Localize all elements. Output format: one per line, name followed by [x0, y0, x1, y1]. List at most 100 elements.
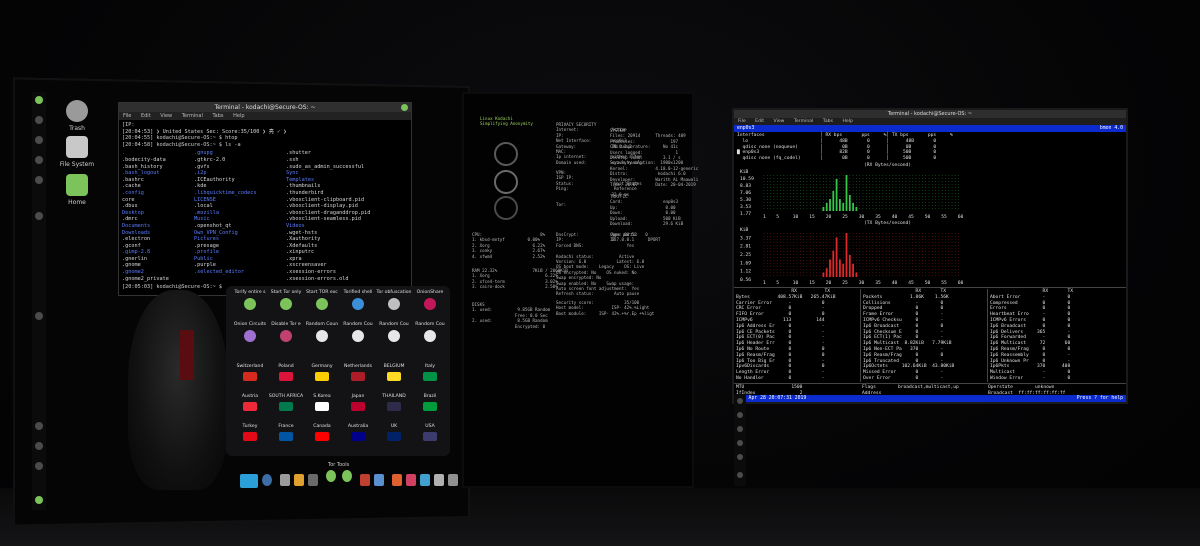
bmon-titlebar[interactable]: Terminal - kodachi@Secure-OS: ~ [734, 110, 1126, 118]
tx-bytes-chart: KiB3.372.812.251.691.120.561 5 10 15 20 25 30 3… [740, 227, 963, 286]
dock-app-icon[interactable] [35, 176, 43, 184]
dock-app-icon[interactable] [737, 454, 743, 460]
dock-app-icon[interactable] [737, 472, 743, 478]
dock-app-icon[interactable] [35, 442, 43, 450]
dock-app-icon[interactable] [35, 136, 43, 144]
close-icon[interactable] [401, 104, 408, 111]
tor-action-button[interactable]: Tor obfuscation [374, 290, 414, 310]
menu-file[interactable]: File [123, 113, 131, 119]
power-icon[interactable] [35, 496, 43, 504]
dock-app-icon[interactable] [308, 474, 318, 486]
interfaces-table[interactable]: Interfaces │ RX bps pps %│ TX bps pps % … [734, 132, 1126, 163]
flag-icon [243, 432, 257, 441]
menu-edit[interactable]: Edit [141, 113, 151, 119]
country-button[interactable]: UK [374, 424, 414, 441]
country-button[interactable]: BELGIUM [374, 364, 414, 381]
country-button[interactable]: Turkey [230, 424, 270, 441]
traffic-bar [842, 202, 845, 211]
conky-header: Linux Kodachi Simplifying Anonymity [480, 116, 533, 127]
dock-app-icon[interactable] [420, 474, 430, 486]
country-button[interactable]: Netherlands [338, 364, 378, 381]
dock-app-icon[interactable] [374, 474, 384, 486]
menu-icon[interactable] [35, 96, 43, 104]
menu-view[interactable]: View [160, 113, 172, 119]
flag-icon [279, 372, 293, 381]
menu-tabs[interactable]: Tabs [212, 113, 223, 119]
desktop-icon-trash[interactable]: Trash [54, 100, 100, 132]
desktop-icon-home[interactable]: Home [54, 174, 100, 206]
country-button[interactable]: Japan [338, 394, 378, 411]
dock-app-icon[interactable] [294, 474, 304, 486]
dock-app-icon[interactable] [35, 462, 43, 470]
tor-action-button[interactable]: Torified shell [338, 290, 378, 310]
panel-item-label: Australia [347, 424, 369, 429]
menu-tabs[interactable]: Tabs [823, 119, 833, 124]
ls-entry: .gnupg [194, 150, 213, 157]
terminal-window[interactable]: Terminal - kodachi@Secure-OS: ~ File Edi… [118, 102, 412, 296]
tor-action-button[interactable]: Random Coun [302, 322, 342, 342]
tor-onion-icon[interactable] [326, 470, 336, 482]
dock-app-icon[interactable] [392, 474, 402, 486]
axis-tick-label: 30 [859, 214, 865, 219]
dock-app-icon[interactable] [448, 474, 458, 486]
desktop-icon-file-system[interactable]: File System [54, 136, 100, 168]
ls-entry: .dbus [122, 203, 138, 210]
country-button[interactable]: Austria [230, 394, 270, 411]
panel-item-label: UK [390, 424, 398, 429]
dock-app-icon[interactable] [737, 412, 743, 418]
menu-terminal[interactable]: Terminal [794, 119, 813, 124]
menu-edit[interactable]: Edit [755, 119, 764, 124]
right-dock [734, 394, 746, 486]
dock-app-icon[interactable] [434, 474, 444, 486]
axis-tick-label: 50 [925, 214, 931, 219]
country-button[interactable]: Australia [338, 424, 378, 441]
dock-app-icon[interactable] [35, 156, 43, 164]
menu-help[interactable]: Help [842, 119, 852, 124]
country-button[interactable]: THAILAND [374, 394, 414, 411]
country-button[interactable]: Canada [302, 424, 342, 441]
traffic-bar [829, 259, 831, 277]
tor-action-button[interactable]: Random Cou [410, 322, 450, 342]
tor-action-button[interactable]: OnionShare [410, 290, 450, 310]
tor-action-button[interactable]: Onion Circuits [230, 322, 270, 342]
country-button[interactable]: Poland [266, 364, 306, 381]
traffic-bar [835, 178, 838, 211]
dock-app-icon[interactable] [35, 212, 43, 220]
menu-view[interactable]: View [774, 119, 785, 124]
dock-app-icon[interactable] [737, 398, 743, 404]
dock-app-icon[interactable] [35, 422, 43, 430]
country-button[interactable]: SOUTH AFRICA [266, 394, 306, 411]
dock-app-icon[interactable] [280, 474, 290, 486]
tor-action-button[interactable]: Start TOR exc [302, 290, 342, 310]
tor-action-button[interactable]: Disable Tor e [266, 322, 306, 342]
tor-action-button[interactable]: Torify entire s [230, 290, 270, 310]
traffic-bar [835, 237, 838, 277]
monitor-icon[interactable] [240, 474, 258, 488]
menu-file[interactable]: File [738, 119, 746, 124]
axis-tick-label: 1.69 [740, 260, 751, 266]
menu-help[interactable]: Help [233, 113, 244, 119]
terminal-titlebar[interactable]: Terminal - kodachi@Secure-OS: ~ [119, 103, 411, 112]
tor-action-button[interactable]: Start Tor only [266, 290, 306, 310]
country-button[interactable]: Switzerland [230, 364, 270, 381]
country-button[interactable]: Italy [410, 364, 450, 381]
dock-app-icon[interactable] [406, 474, 416, 486]
dock-app-icon[interactable] [737, 440, 743, 446]
menu-terminal[interactable]: Terminal [182, 113, 203, 119]
tor-action-button[interactable]: Random Cou [374, 322, 414, 342]
dock-app-icon[interactable] [35, 116, 43, 124]
tor-action-button[interactable]: Random Cou [338, 322, 378, 342]
country-button[interactable]: S.Korea [302, 394, 342, 411]
tor-onion-icon[interactable] [342, 470, 352, 482]
traffic-bar [839, 198, 841, 211]
dock-app-icon[interactable] [35, 312, 43, 320]
country-button[interactable]: Germany [302, 364, 342, 381]
traffic-bar [855, 272, 858, 277]
country-button[interactable]: USA [410, 424, 450, 441]
dock-app-icon[interactable] [737, 426, 743, 432]
axis-tick-label: 55 [941, 280, 947, 285]
country-button[interactable]: France [266, 424, 306, 441]
search-icon[interactable] [262, 474, 272, 486]
country-button[interactable]: Brazil [410, 394, 450, 411]
dock-app-icon[interactable] [360, 474, 370, 486]
